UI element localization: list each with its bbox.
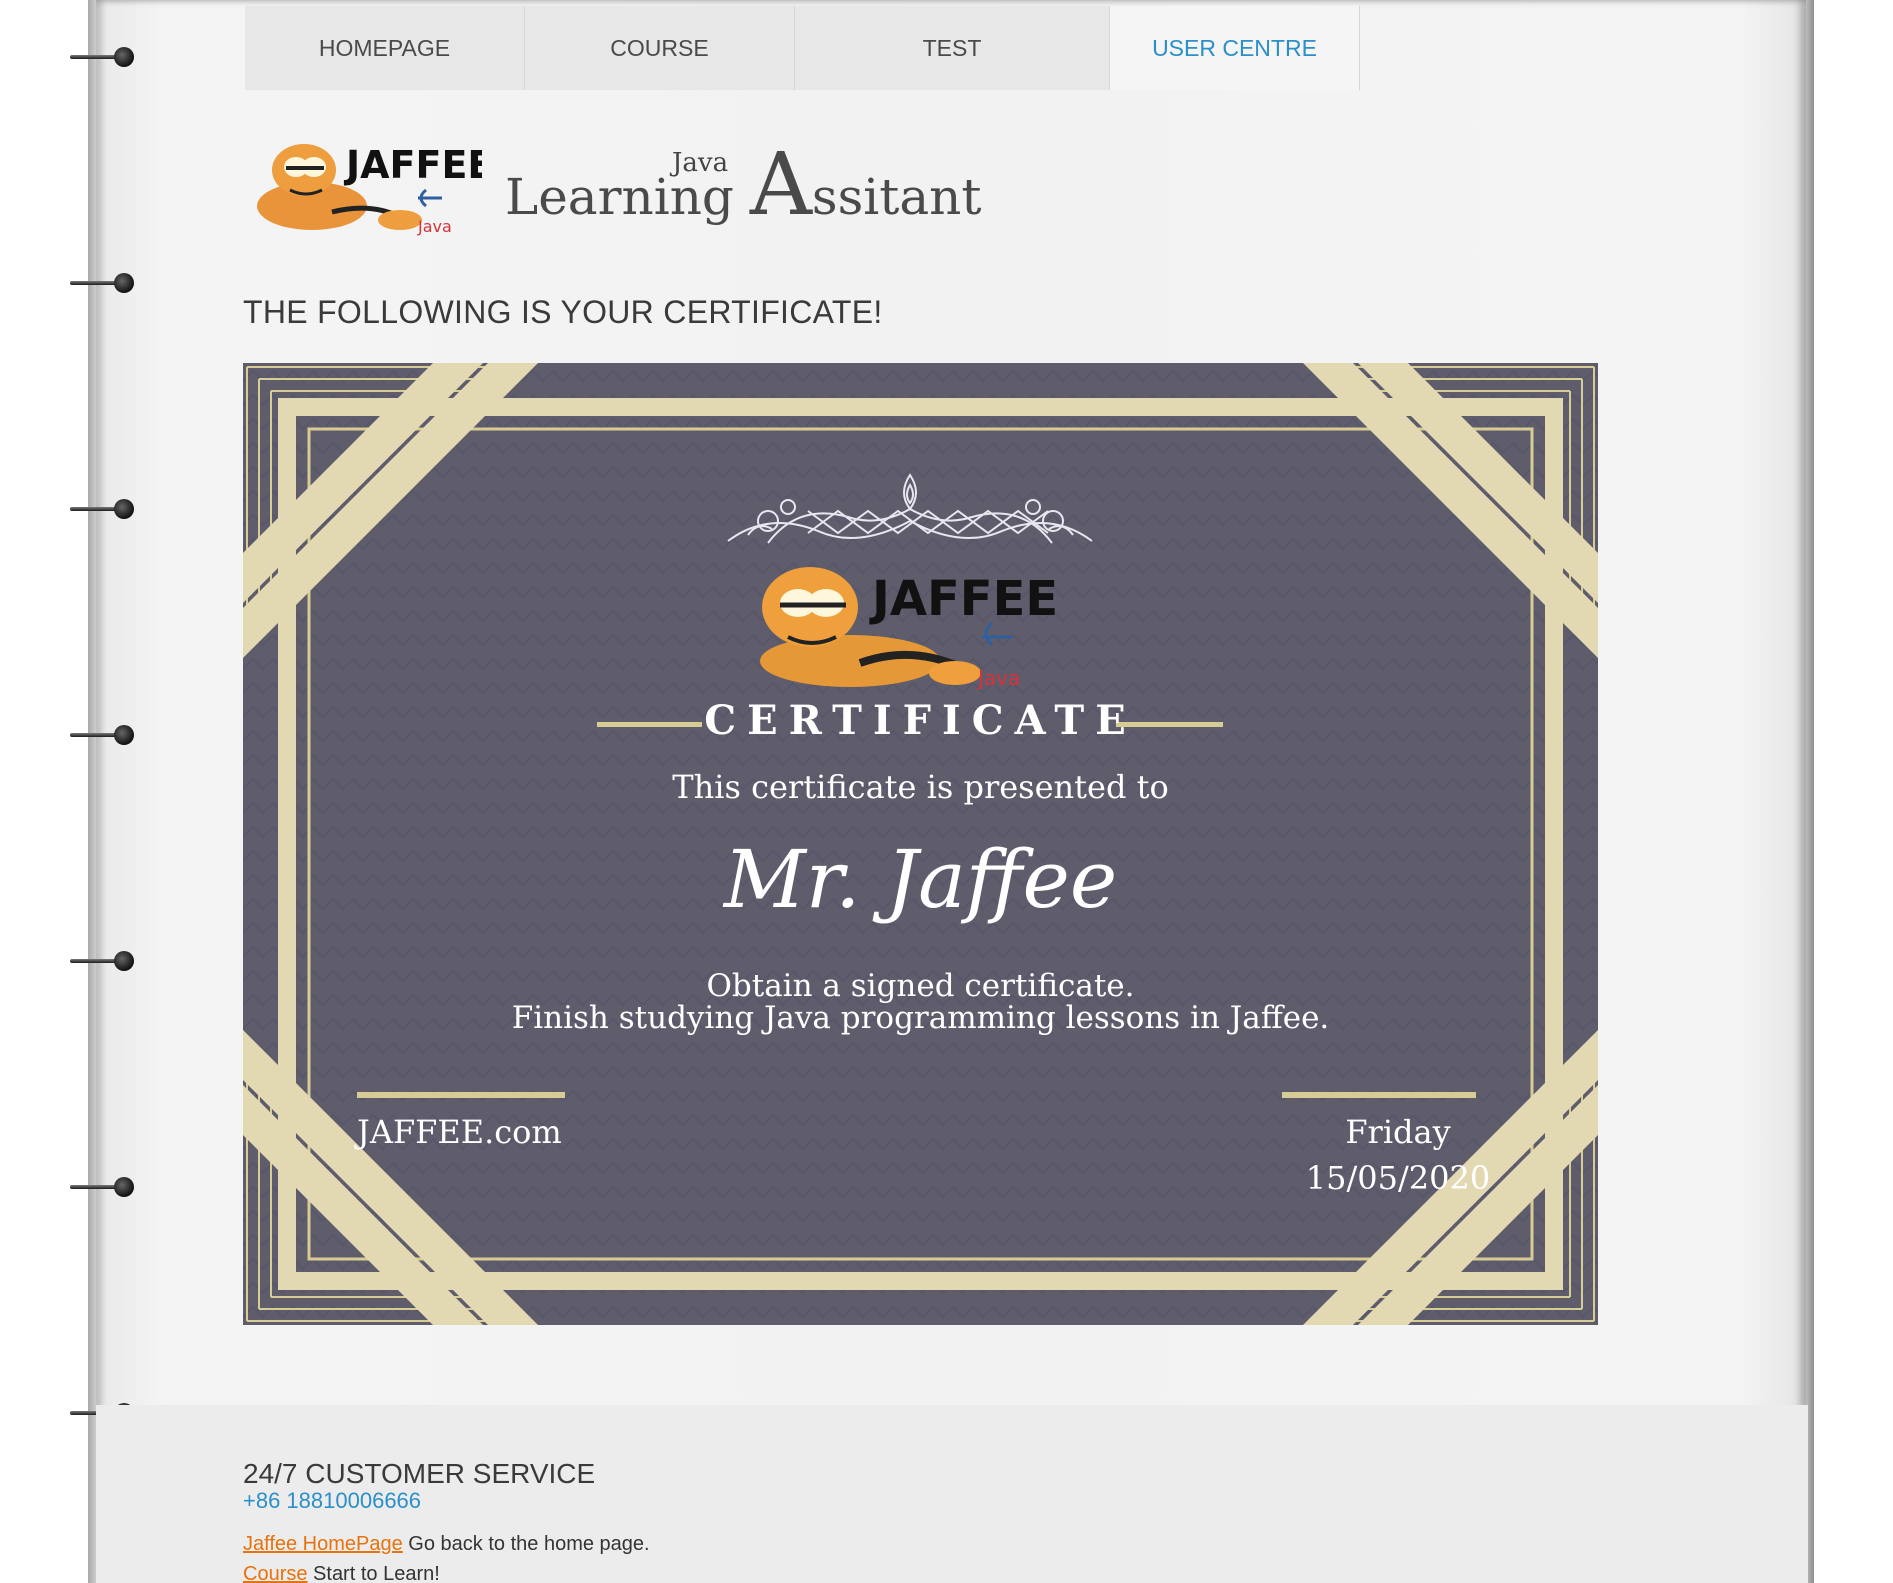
binder-ring-icon (70, 497, 136, 521)
nav-user-centre[interactable]: USER CENTRE (1110, 6, 1360, 90)
signature-rule-right (1282, 1092, 1476, 1098)
nav-test[interactable]: TEST (795, 6, 1110, 90)
ornament-flourish-icon (708, 471, 1113, 551)
footer-line-course: Course Start to Learn! (243, 1563, 440, 1583)
binder-ring-icon (70, 1175, 136, 1199)
binder-ring-icon (70, 45, 136, 69)
nav-course[interactable]: COURSE (525, 6, 795, 90)
footer-text-course: Start to Learn! (307, 1563, 440, 1583)
brand-title: Learning Assitant (505, 135, 982, 235)
page-heading: THE FOLLOWING IS YOUR CERTIFICATE! (243, 294, 883, 330)
certificate: JAFFEE Java CERTIFICATE This certificate… (243, 363, 1598, 1325)
binder-ring-icon (70, 723, 136, 747)
footer-link-homepage[interactable]: Jaffee HomePage (243, 1533, 403, 1555)
footer-link-course[interactable]: Course (243, 1563, 307, 1583)
certificate-site: JAFFEE.com (357, 1113, 562, 1151)
certificate-presented: This certificate is presented to (672, 768, 1169, 806)
certificate-recipient-name: Mr. Jaffee (723, 833, 1118, 926)
jaffee-logo[interactable]: JAFFEE Java (250, 132, 493, 240)
certificate-day: Friday (1345, 1113, 1451, 1151)
certificate-date: 15/05/2020 (1305, 1159, 1491, 1197)
binder-ring-icon (70, 949, 136, 973)
certificate-logo-text: JAFFEE (869, 571, 1058, 627)
signature-rule-left (357, 1092, 565, 1098)
logo-text: JAFFEE (343, 143, 482, 187)
nav-homepage[interactable]: HOMEPAGE (245, 6, 525, 90)
certificate-line-1: Obtain a signed certificate. (706, 968, 1135, 1004)
main-nav: HOMEPAGE COURSE TEST USER CENTRE (245, 6, 1360, 90)
binder-ring-icon (70, 271, 136, 295)
customer-service-phone[interactable]: +86 18810006666 (243, 1488, 421, 1514)
page-edge (1806, 0, 1814, 1583)
site-brand: Java Learning Assitant (505, 140, 981, 250)
logo-sub: Java (417, 217, 452, 236)
footer-line-homepage: Jaffee HomePage Go back to the home page… (243, 1533, 650, 1556)
certificate-logo-sub: Java (976, 666, 1020, 690)
certificate-line-2: Finish studying Java programming lessons… (511, 1000, 1330, 1036)
customer-service-title: 24/7 CUSTOMER SERVICE (243, 1458, 596, 1489)
certificate-title: CERTIFICATE (704, 697, 1137, 744)
footer-text-homepage: Go back to the home page. (402, 1533, 650, 1555)
certificate-logo: JAFFEE Java (740, 553, 1060, 693)
